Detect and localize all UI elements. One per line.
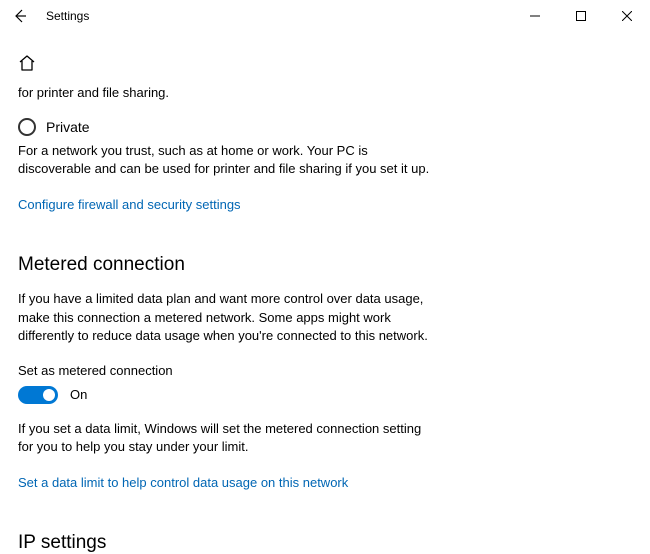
private-description: For a network you trust, such as at home… — [18, 142, 438, 178]
metered-description: If you have a limited data plan and want… — [18, 290, 438, 345]
metered-toggle-label: Set as metered connection — [18, 363, 632, 378]
minimize-button[interactable] — [512, 0, 558, 32]
window-controls — [512, 0, 650, 32]
back-button[interactable] — [8, 4, 32, 28]
maximize-button[interactable] — [558, 0, 604, 32]
private-radio-row[interactable]: Private — [18, 118, 632, 136]
private-radio-label: Private — [46, 119, 90, 135]
minimize-icon — [530, 11, 540, 21]
home-button[interactable] — [18, 54, 36, 72]
home-row — [18, 54, 632, 77]
home-icon — [18, 54, 36, 72]
titlebar-left: Settings — [8, 4, 89, 28]
maximize-icon — [576, 11, 586, 21]
close-icon — [622, 11, 632, 21]
metered-toggle-state: On — [70, 387, 87, 402]
settings-content: for printer and file sharing. Private Fo… — [0, 54, 650, 554]
window-titlebar: Settings — [0, 0, 650, 32]
metered-toggle-row: On — [18, 386, 632, 404]
ip-settings-heading: IP settings — [18, 532, 632, 554]
truncated-text: for printer and file sharing. — [18, 85, 632, 100]
close-button[interactable] — [604, 0, 650, 32]
metered-toggle[interactable] — [18, 386, 58, 404]
metered-connection-heading: Metered connection — [18, 254, 632, 276]
metered-below-description: If you set a data limit, Windows will se… — [18, 420, 438, 456]
back-arrow-icon — [12, 8, 28, 24]
window-title: Settings — [46, 9, 89, 23]
data-limit-link[interactable]: Set a data limit to help control data us… — [18, 475, 348, 490]
toggle-knob-icon — [43, 389, 55, 401]
firewall-settings-link[interactable]: Configure firewall and security settings — [18, 197, 241, 212]
radio-icon — [18, 118, 36, 136]
